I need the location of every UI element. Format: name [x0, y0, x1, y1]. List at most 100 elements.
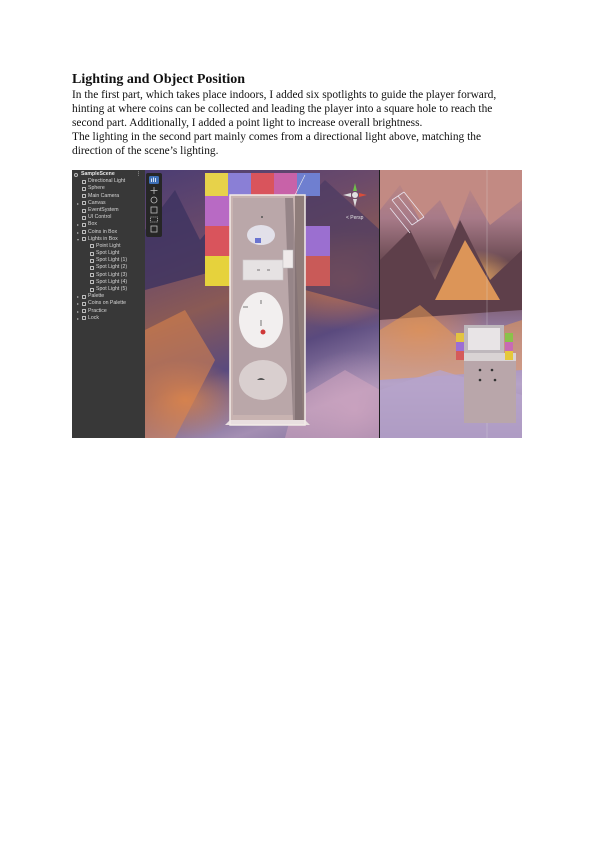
unity-scene-icon — [74, 172, 78, 177]
coin — [260, 329, 266, 335]
gameobject-icon — [82, 208, 86, 213]
palette-tile — [205, 196, 230, 226]
gameobject-icon — [82, 179, 86, 184]
hierarchy-item-label: Spot Light — [96, 250, 120, 257]
hierarchy-item-label: Spot Light (4) — [96, 278, 128, 285]
gameobject-icon — [82, 294, 86, 299]
hierarchy-item-label: Main Camera — [88, 192, 120, 199]
scene-name: SampleScene — [81, 171, 115, 177]
hierarchy-item[interactable]: Spot Light (1) — [72, 257, 145, 264]
hierarchy-item[interactable]: ▸ Lock — [72, 315, 145, 322]
gameobject-icon — [82, 230, 86, 235]
paragraph: The lighting in the second part mainly c… — [72, 131, 482, 157]
hierarchy-item[interactable]: ▸ Coins on Palette — [72, 300, 145, 307]
palette-tile — [456, 351, 464, 360]
expand-arrow-icon[interactable]: ▸ — [75, 300, 81, 307]
gameobject-icon — [82, 194, 86, 199]
hierarchy-item[interactable]: ▾ Lights in Box — [72, 236, 145, 243]
hierarchy-item-label: Directional Light — [88, 178, 126, 185]
tool-palette[interactable] — [146, 173, 162, 237]
camera-marker — [255, 238, 261, 243]
hierarchy-item[interactable]: ▸ Box — [72, 221, 145, 228]
hierarchy-item[interactable]: UI Control — [72, 214, 145, 221]
expand-arrow-icon[interactable]: ▸ — [75, 308, 81, 315]
hierarchy-item[interactable]: Main Camera — [72, 193, 145, 200]
palette-tile — [205, 173, 228, 196]
hand-tool-icon[interactable] — [149, 176, 159, 184]
gameobject-icon — [90, 266, 94, 271]
hierarchy-item-label: Palette — [88, 293, 105, 300]
gameobject-icon — [82, 215, 86, 220]
unity-editor-screenshot: SampleScene ⋮ Directional Light Sphere Main … — [72, 170, 522, 438]
gameobject-icon — [82, 186, 86, 191]
expand-arrow-icon[interactable]: ▸ — [75, 200, 81, 207]
hierarchy-item-label: Spot Light (5) — [96, 286, 128, 292]
gameobject-icon — [90, 273, 94, 278]
gameobject-icon — [90, 244, 94, 249]
palette-tile — [305, 256, 330, 286]
hierarchy-item-label: Practice — [88, 307, 107, 314]
hierarchy-item-label: Spot Light (2) — [96, 264, 128, 271]
hierarchy-item[interactable]: Point Light — [72, 243, 145, 250]
palette-tile — [251, 173, 274, 196]
palette-tile — [505, 351, 513, 360]
hierarchy-item-label: Lock — [88, 314, 99, 321]
paragraph: In the first part, which takes place ind… — [72, 89, 497, 129]
gameobject-icon — [90, 287, 94, 292]
hierarchy-item[interactable]: Spot Light (5) — [72, 286, 145, 293]
hierarchy-item[interactable]: Spot Light (3) — [72, 272, 145, 279]
hierarchy-item-label: EventSystem — [88, 206, 119, 213]
sunlit-slope — [145, 310, 215, 438]
palette-tile — [274, 173, 297, 196]
hierarchy-item-label: Box — [88, 221, 97, 228]
gameobject-icon — [82, 301, 86, 306]
hierarchy-item[interactable]: Spot Light — [72, 250, 145, 257]
hierarchy-item-label: Coins in Box — [88, 228, 118, 235]
palette-tile — [205, 226, 230, 256]
palette-tile — [505, 333, 513, 342]
scene-view[interactable]: < Persp — [145, 170, 380, 438]
hierarchy-item[interactable]: Sphere — [72, 185, 145, 192]
game-view-canvas — [380, 170, 522, 438]
hierarchy-item[interactable]: Spot Light (4) — [72, 279, 145, 286]
hierarchy-panel: SampleScene ⋮ Directional Light Sphere Main … — [72, 170, 145, 438]
gameobject-icon — [82, 201, 86, 206]
expand-arrow-icon[interactable]: ▸ — [75, 315, 81, 322]
hierarchy-item[interactable]: Directional Light — [72, 178, 145, 185]
scene-view-canvas: < Persp — [145, 173, 380, 438]
kebab-icon[interactable]: ⋮ — [136, 171, 141, 178]
hierarchy-scene-row[interactable]: SampleScene ⋮ — [72, 171, 145, 178]
palette-tile — [456, 333, 464, 342]
hierarchy-item[interactable]: ▸ Palette — [72, 293, 145, 300]
hierarchy-item[interactable]: ▸ Practice — [72, 308, 145, 315]
hierarchy-item[interactable]: ▸ Canvas — [72, 200, 145, 207]
gameobject-icon — [90, 251, 94, 256]
expand-arrow-icon[interactable]: ▸ — [75, 293, 81, 300]
palette-tile — [456, 342, 464, 351]
hierarchy-item-label: Spot Light (3) — [96, 271, 128, 278]
hierarchy-item-label: Canvas — [88, 199, 106, 206]
expand-open-icon[interactable]: ▾ — [75, 236, 81, 243]
hierarchy-item[interactable]: EventSystem — [72, 207, 145, 214]
body-text: In the first part, which takes place ind… — [72, 88, 524, 158]
gameobject-icon — [82, 316, 86, 321]
palette-tile — [205, 256, 230, 286]
page-title: Lighting and Object Position — [72, 72, 246, 87]
hierarchy-item-label: Point Light — [96, 242, 121, 249]
gameobject-icon — [82, 237, 86, 242]
hierarchy-item[interactable]: ▸ Coins in Box — [72, 229, 145, 236]
palette-tile — [505, 342, 513, 351]
hierarchy-item-label: Sphere — [88, 185, 105, 192]
hierarchy-item-label: Coins on Palette — [88, 300, 127, 307]
palette-tile — [228, 173, 251, 196]
gameobject-icon — [90, 258, 94, 263]
box-structure — [225, 174, 310, 426]
hierarchy-item-label: UI Control — [88, 214, 112, 221]
expand-arrow-icon[interactable]: ▸ — [75, 229, 81, 236]
gameobject-icon — [82, 222, 86, 227]
hierarchy-item[interactable]: Spot Light (2) — [72, 264, 145, 271]
hierarchy-item-label: Spot Light (1) — [96, 257, 128, 264]
projection-label[interactable]: < Persp — [346, 215, 364, 221]
game-view — [380, 170, 522, 438]
expand-arrow-icon[interactable]: ▸ — [75, 221, 81, 228]
